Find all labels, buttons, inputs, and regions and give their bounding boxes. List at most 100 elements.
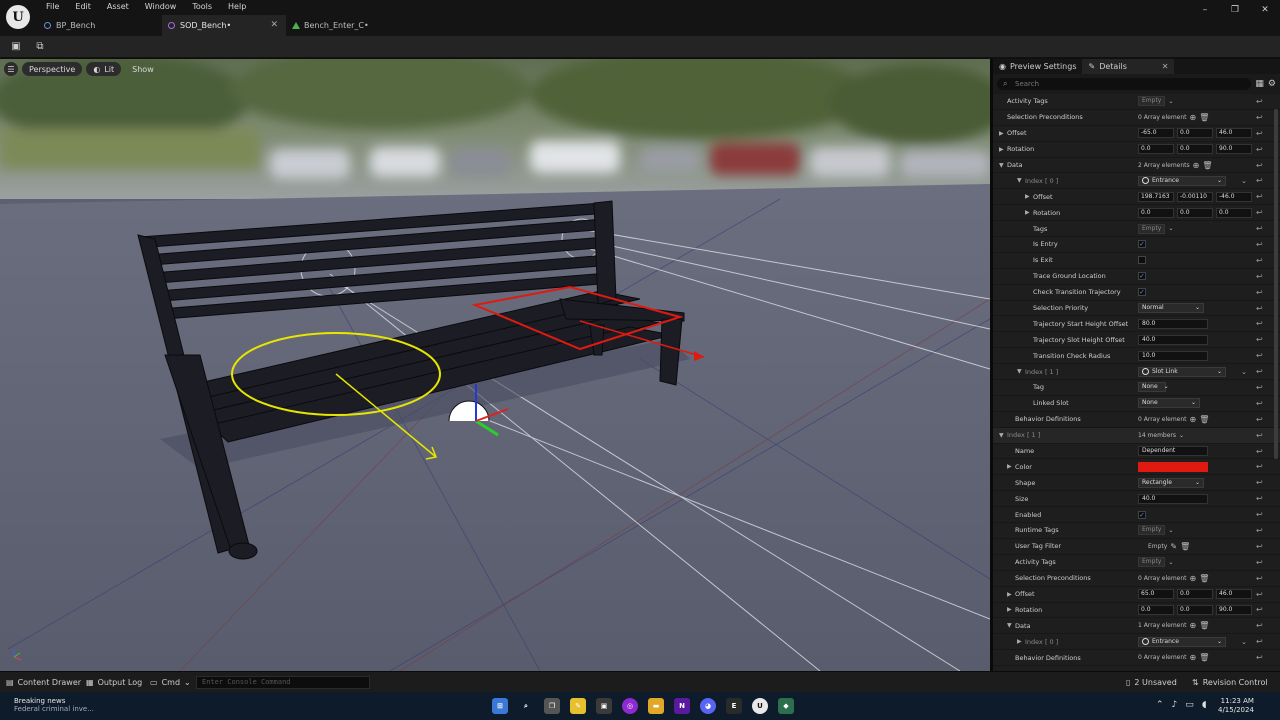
trash-icon[interactable]: 🗑 <box>1180 542 1190 551</box>
select-dropdown[interactable]: Rectangle ⌄ <box>1138 477 1204 488</box>
trash-icon[interactable]: 🗑 <box>1199 621 1209 630</box>
chevron-down-icon[interactable]: ⌄ <box>1168 527 1173 534</box>
vector-field-z[interactable]: 0.0 <box>1216 207 1252 218</box>
lit-button[interactable]: ◐ Lit <box>86 62 122 76</box>
reset-to-default-icon[interactable]: ↩ <box>1256 653 1263 662</box>
select-dropdown[interactable]: None ⌄ <box>1138 382 1169 393</box>
checkbox[interactable] <box>1138 256 1146 265</box>
reset-to-default-icon[interactable]: ↩ <box>1256 161 1263 170</box>
text-field[interactable]: 80.0 <box>1138 318 1208 329</box>
show-button[interactable]: Show <box>125 62 161 76</box>
text-field[interactable]: 40.0 <box>1138 334 1208 345</box>
trash-icon[interactable]: 🗑 <box>1199 653 1209 662</box>
expand-down-icon[interactable]: ▼ <box>1017 177 1022 184</box>
expand-right-icon[interactable]: ▶ <box>1025 193 1030 200</box>
next-app-icon[interactable]: N <box>674 698 690 714</box>
add-element-icon[interactable]: ⊕ <box>1190 415 1197 424</box>
tag-container-dropdown[interactable]: Empty <box>1138 557 1166 568</box>
content-drawer-button[interactable]: ▤ Content Drawer <box>6 675 81 690</box>
add-element-icon[interactable]: ⊕ <box>1190 113 1197 122</box>
expand-down-icon[interactable]: ⌄ <box>1241 638 1247 646</box>
gear-icon[interactable]: ⚙ <box>1268 79 1276 89</box>
console-input[interactable]: Enter Console Command <box>196 676 370 689</box>
menu-edit[interactable]: Edit <box>67 1 99 13</box>
hamburger-menu-icon[interactable]: ☰ <box>4 62 18 76</box>
reset-to-default-icon[interactable]: ↩ <box>1256 272 1263 281</box>
volume-icon[interactable]: ◖ <box>1202 700 1207 710</box>
checkbox[interactable]: ✓ <box>1138 288 1146 297</box>
menu-window[interactable]: Window <box>137 1 185 13</box>
output-log-button[interactable]: ▦ Output Log <box>86 675 142 690</box>
reset-to-default-icon[interactable]: ↩ <box>1256 447 1263 456</box>
reset-to-default-icon[interactable]: ↩ <box>1256 208 1263 217</box>
close-icon[interactable]: ✕ <box>270 20 278 30</box>
expand-right-icon[interactable]: ▶ <box>1007 606 1012 613</box>
search-icon[interactable]: ⌕ <box>518 698 534 714</box>
checkbox[interactable]: ✓ <box>1138 240 1146 249</box>
select-dropdown[interactable]: None ⌄ <box>1138 398 1200 409</box>
reset-to-default-icon[interactable]: ↩ <box>1256 383 1263 392</box>
expand-right-icon[interactable]: ▶ <box>1007 591 1012 598</box>
cmd-dropdown[interactable]: ▭ Cmd ⌄ <box>150 675 191 690</box>
sticky-notes-icon[interactable]: ✎ <box>570 698 586 714</box>
add-element-icon[interactable]: ⊕ <box>1193 161 1200 170</box>
add-element-icon[interactable]: ⊕ <box>1190 621 1197 630</box>
save-icon[interactable]: ▣ <box>9 40 23 52</box>
tag-container-dropdown[interactable]: Empty <box>1138 223 1166 234</box>
trash-icon[interactable]: 🗑 <box>1199 415 1209 424</box>
discord-icon[interactable]: ◕ <box>700 698 716 714</box>
microphone-icon[interactable]: ♪ <box>1172 700 1178 710</box>
reset-to-default-icon[interactable]: ↩ <box>1256 494 1263 503</box>
chevron-down-icon[interactable]: ⌄ <box>1168 559 1173 566</box>
reset-to-default-icon[interactable]: ↩ <box>1256 192 1263 201</box>
reset-to-default-icon[interactable]: ↩ <box>1256 621 1263 630</box>
epic-games-icon[interactable]: E <box>726 698 742 714</box>
revision-control-button[interactable]: ⇅ Revision Control <box>1192 675 1268 690</box>
reset-to-default-icon[interactable]: ↩ <box>1256 319 1263 328</box>
reset-to-default-icon[interactable]: ↩ <box>1256 590 1263 599</box>
vector-field-x[interactable]: 65.0 <box>1138 589 1174 600</box>
reset-to-default-icon[interactable]: ↩ <box>1256 288 1263 297</box>
vector-field-z[interactable]: 90.0 <box>1216 604 1252 615</box>
browser-icon[interactable]: ◎ <box>622 698 638 714</box>
behavior-type-dropdown[interactable]: Entrance ⌄ <box>1138 636 1226 647</box>
vector-field-z[interactable]: 46.0 <box>1216 589 1252 600</box>
menu-help[interactable]: Help <box>220 1 254 13</box>
vector-field-y[interactable]: 0.0 <box>1177 207 1213 218</box>
reset-to-default-icon[interactable]: ↩ <box>1256 558 1263 567</box>
reset-to-default-icon[interactable]: ↩ <box>1256 335 1263 344</box>
color-swatch[interactable] <box>1138 461 1208 472</box>
reset-to-default-icon[interactable]: ↩ <box>1256 542 1263 551</box>
windows-start-icon[interactable]: ⊞ <box>492 698 508 714</box>
expand-down-icon[interactable]: ⌄ <box>1241 177 1247 185</box>
expand-down-icon[interactable]: ▼ <box>1017 368 1022 375</box>
vector-field-y[interactable]: 0.0 <box>1177 604 1213 615</box>
vector-field-y[interactable]: 0.0 <box>1177 589 1213 600</box>
capture-icon[interactable]: ▣ <box>596 698 612 714</box>
reset-to-default-icon[interactable]: ↩ <box>1256 240 1263 249</box>
chevron-down-icon[interactable]: ⌄ <box>1179 432 1184 439</box>
tab-preview-settings[interactable]: ◉ Preview Settings <box>993 59 1082 74</box>
vector-field-x[interactable]: -65.0 <box>1138 128 1174 139</box>
close-icon[interactable]: ✕ <box>1162 62 1169 71</box>
behavior-type-dropdown[interactable]: Slot Link ⌄ <box>1138 366 1226 377</box>
reset-to-default-icon[interactable]: ↩ <box>1256 574 1263 583</box>
reset-to-default-icon[interactable]: ↩ <box>1256 256 1263 265</box>
reset-to-default-icon[interactable]: ↩ <box>1256 145 1263 154</box>
text-field[interactable]: Dependent <box>1138 446 1208 457</box>
tab-details[interactable]: ✎ Details ✕ <box>1082 59 1175 74</box>
checkbox[interactable]: ✓ <box>1138 510 1146 519</box>
trash-icon[interactable]: 🗑 <box>1199 574 1209 583</box>
tab-bench-enter[interactable]: Bench_Enter_C• <box>286 15 410 36</box>
vector-field-z[interactable]: -46.0 <box>1216 191 1252 202</box>
expand-down-icon[interactable]: ▼ <box>999 162 1004 169</box>
vector-field-y[interactable]: -0.00110 <box>1177 191 1213 202</box>
expand-right-icon[interactable]: ▶ <box>999 146 1004 153</box>
vector-field-y[interactable]: 0.0 <box>1177 144 1213 155</box>
reset-to-default-icon[interactable]: ↩ <box>1256 224 1263 233</box>
vector-field-y[interactable]: 0.0 <box>1177 128 1213 139</box>
unsaved-button[interactable]: ▯ 2 Unsaved <box>1126 675 1177 690</box>
menu-asset[interactable]: Asset <box>99 1 137 13</box>
reset-to-default-icon[interactable]: ↩ <box>1256 478 1263 487</box>
trash-icon[interactable]: 🗑 <box>1202 161 1212 170</box>
